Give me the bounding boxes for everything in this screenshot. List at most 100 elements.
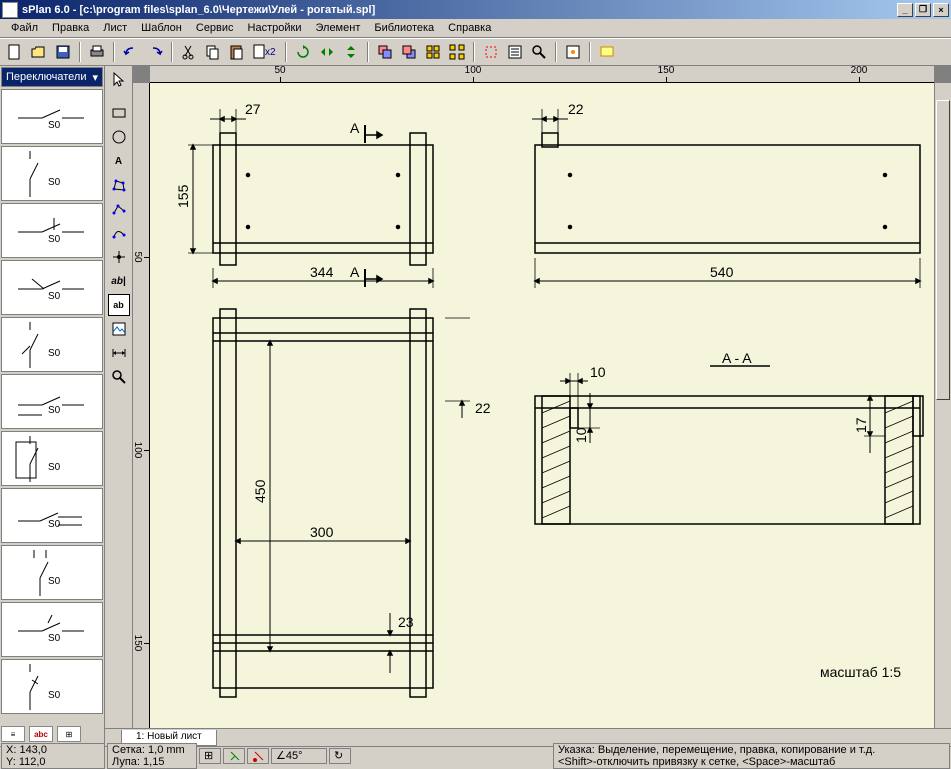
- status-y: Y: 112,0: [6, 756, 46, 768]
- rotate-button[interactable]: [292, 41, 314, 63]
- text-frame-tool[interactable]: A: [108, 150, 130, 172]
- library-item[interactable]: S0: [1, 260, 103, 315]
- dim-10b: 10: [573, 427, 589, 443]
- line-tool[interactable]: [108, 198, 130, 220]
- copy-button[interactable]: [202, 41, 224, 63]
- menu-help[interactable]: Справка: [441, 20, 498, 36]
- menu-edit[interactable]: Правка: [45, 20, 96, 36]
- menu-library[interactable]: Библиотека: [367, 20, 441, 36]
- menu-element[interactable]: Элемент: [308, 20, 367, 36]
- library-item[interactable]: S0: [1, 203, 103, 258]
- paste-button[interactable]: [226, 41, 248, 63]
- dim-10a: 10: [590, 364, 606, 380]
- find-button[interactable]: [528, 41, 550, 63]
- snap-toggle-2[interactable]: [247, 748, 269, 764]
- new-button[interactable]: [4, 41, 26, 63]
- library-item[interactable]: S0: [1, 488, 103, 543]
- dim-450: 450: [252, 479, 268, 503]
- ruler-horizontal: 50 100 150 200: [150, 66, 934, 83]
- dim-22b: 22: [475, 400, 491, 416]
- library-item[interactable]: S0: [1, 146, 103, 201]
- snap-button[interactable]: [480, 41, 502, 63]
- polygon-tool[interactable]: [108, 174, 130, 196]
- circle-tool[interactable]: [108, 126, 130, 148]
- section-aa-label: A - A: [722, 350, 752, 366]
- label-tool[interactable]: ab: [108, 294, 130, 316]
- library-item[interactable]: S0: [1, 317, 103, 372]
- angle-display[interactable]: ∠ 45°: [271, 748, 327, 764]
- undo-button[interactable]: [120, 41, 142, 63]
- back-button[interactable]: [398, 41, 420, 63]
- lib-tool-2[interactable]: abc: [29, 726, 53, 742]
- drawing-toolbar: A ab| ab: [105, 66, 133, 728]
- flip-h-button[interactable]: [316, 41, 338, 63]
- dim-540: 540: [710, 264, 734, 280]
- list-button[interactable]: [504, 41, 526, 63]
- library-name: Переключатели: [6, 71, 86, 83]
- dim-155: 155: [175, 184, 191, 208]
- status-bar-1: X: 143,0 Y: 112,0 Сетка: 1,0 mm Лупа: 1,…: [0, 746, 951, 764]
- group-button[interactable]: [422, 41, 444, 63]
- library-item[interactable]: S0: [1, 431, 103, 486]
- menu-template[interactable]: Шаблон: [134, 20, 189, 36]
- preview-button[interactable]: [596, 41, 618, 63]
- rotate-status[interactable]: ↻: [329, 748, 351, 764]
- dim-300: 300: [310, 524, 334, 540]
- node-tool[interactable]: [108, 246, 130, 268]
- app-icon: [2, 2, 18, 18]
- dimension-tool[interactable]: [108, 342, 130, 364]
- library-tools: ≡ abc ⊞: [1, 726, 103, 744]
- open-button[interactable]: [28, 41, 50, 63]
- status-grid: Сетка: 1,0 mm: [112, 744, 185, 756]
- status-hint2: <Shift>-отключить привязку к сетке, <Sра…: [558, 756, 835, 768]
- zoom-tool[interactable]: [108, 366, 130, 388]
- menu-sheet[interactable]: Лист: [96, 20, 134, 36]
- snap-toggle[interactable]: [223, 748, 245, 764]
- lib-tool-1[interactable]: ≡: [1, 726, 25, 742]
- dim-23: 23: [398, 614, 414, 630]
- grid-toggle[interactable]: ⊞: [199, 748, 221, 764]
- menu-service[interactable]: Сервис: [189, 20, 241, 36]
- scale-label: масштаб 1:5: [820, 664, 901, 680]
- cut-button[interactable]: [178, 41, 200, 63]
- restore-button[interactable]: ❐: [915, 3, 931, 17]
- minimize-button[interactable]: _: [897, 3, 913, 17]
- front-button[interactable]: [374, 41, 396, 63]
- image-tool[interactable]: [108, 318, 130, 340]
- menu-file[interactable]: Файл: [4, 20, 45, 36]
- drawing-canvas[interactable]: 27 155 344 A A 22 540 22 450 300 23 A - …: [150, 83, 934, 728]
- library-item[interactable]: S0: [1, 545, 103, 600]
- main-toolbar: x2: [0, 38, 951, 66]
- section-a-bottom: A: [350, 264, 360, 280]
- close-button[interactable]: ×: [933, 3, 949, 17]
- status-zoom: Лупа: 1,15: [112, 756, 164, 768]
- library-selector[interactable]: Переключатели ▾: [1, 67, 103, 87]
- menu-settings[interactable]: Настройки: [241, 20, 309, 36]
- library-item[interactable]: S0: [1, 89, 103, 144]
- window-title: sPlan 6.0 - [c:\program files\splan_6.0\…: [22, 4, 375, 16]
- ungroup-button[interactable]: [446, 41, 468, 63]
- work-area: A ab| ab 50 100 150 200: [105, 66, 951, 746]
- bezier-tool[interactable]: [108, 222, 130, 244]
- print-button[interactable]: [86, 41, 108, 63]
- dim-17: 17: [853, 417, 869, 433]
- save-button[interactable]: [52, 41, 74, 63]
- library-item[interactable]: S0: [1, 602, 103, 657]
- ruler-vertical: 50 100 150: [133, 83, 150, 728]
- duplicate-button[interactable]: x2: [250, 41, 280, 63]
- scrollbar-vertical[interactable]: [934, 83, 951, 728]
- redo-button[interactable]: [144, 41, 166, 63]
- x2-label: x2: [265, 47, 276, 58]
- rect-tool[interactable]: [108, 102, 130, 124]
- options-button[interactable]: [562, 41, 584, 63]
- status-hint: Указка: Выделение, перемещение, правка, …: [558, 744, 875, 756]
- lib-tool-3[interactable]: ⊞: [57, 726, 81, 742]
- library-item[interactable]: S0: [1, 659, 103, 714]
- library-item[interactable]: S0: [1, 374, 103, 429]
- dim-27: 27: [245, 101, 261, 117]
- pointer-tool[interactable]: [108, 68, 130, 90]
- dim-22a: 22: [568, 101, 584, 117]
- flip-v-button[interactable]: [340, 41, 362, 63]
- title-bar: sPlan 6.0 - [c:\program files\splan_6.0\…: [0, 0, 951, 19]
- text-tool[interactable]: ab|: [108, 270, 130, 292]
